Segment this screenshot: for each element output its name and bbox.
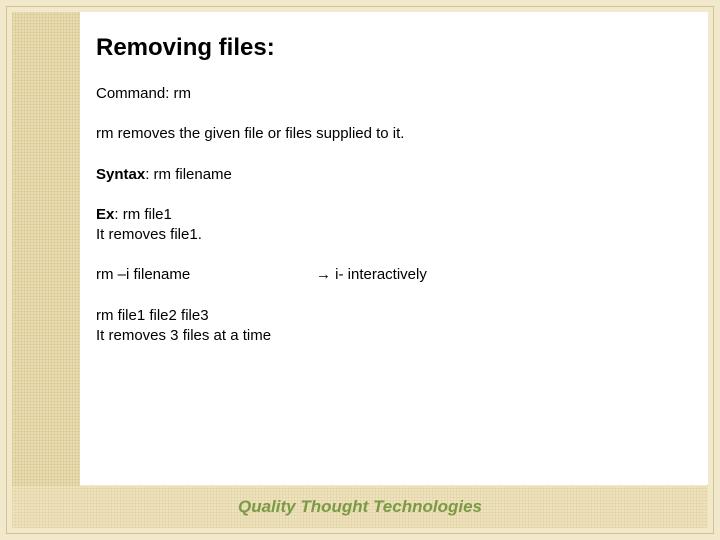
- syntax-value: : rm filename: [145, 166, 232, 183]
- example-label: Ex: [96, 206, 114, 223]
- example-block: Ex: rm file1 It removes file1.: [96, 205, 688, 246]
- example-result: It removes file1.: [96, 226, 202, 243]
- command-label: Command:: [96, 85, 174, 102]
- description-text: rm removes the given file or files suppl…: [96, 124, 688, 144]
- command-line: Command: rm: [96, 84, 688, 104]
- option-cmd: rm –i filename: [96, 265, 316, 285]
- arrow-icon: →: [316, 267, 331, 283]
- footer-text: Quality Thought Technologies: [238, 497, 482, 517]
- left-decorative-panel: [12, 12, 80, 528]
- slide-content: Removing files: Command: rm rm removes t…: [80, 12, 708, 485]
- option-block: rm –i filename → i- interactively: [96, 265, 688, 285]
- footer-bar: Quality Thought Technologies: [12, 486, 708, 528]
- multi-result: It removes 3 files at a time: [96, 327, 271, 344]
- multi-cmd: rm file1 file2 file3: [96, 307, 209, 324]
- option-desc-wrap: → i- interactively: [316, 265, 427, 285]
- example-cmd: : rm file1: [114, 206, 172, 223]
- slide-title: Removing files:: [96, 34, 688, 62]
- command-value: rm: [174, 85, 192, 102]
- syntax-label: Syntax: [96, 166, 145, 183]
- multi-block: rm file1 file2 file3 It removes 3 files …: [96, 306, 688, 347]
- syntax-line: Syntax: rm filename: [96, 165, 688, 185]
- option-desc: i- interactively: [331, 266, 427, 283]
